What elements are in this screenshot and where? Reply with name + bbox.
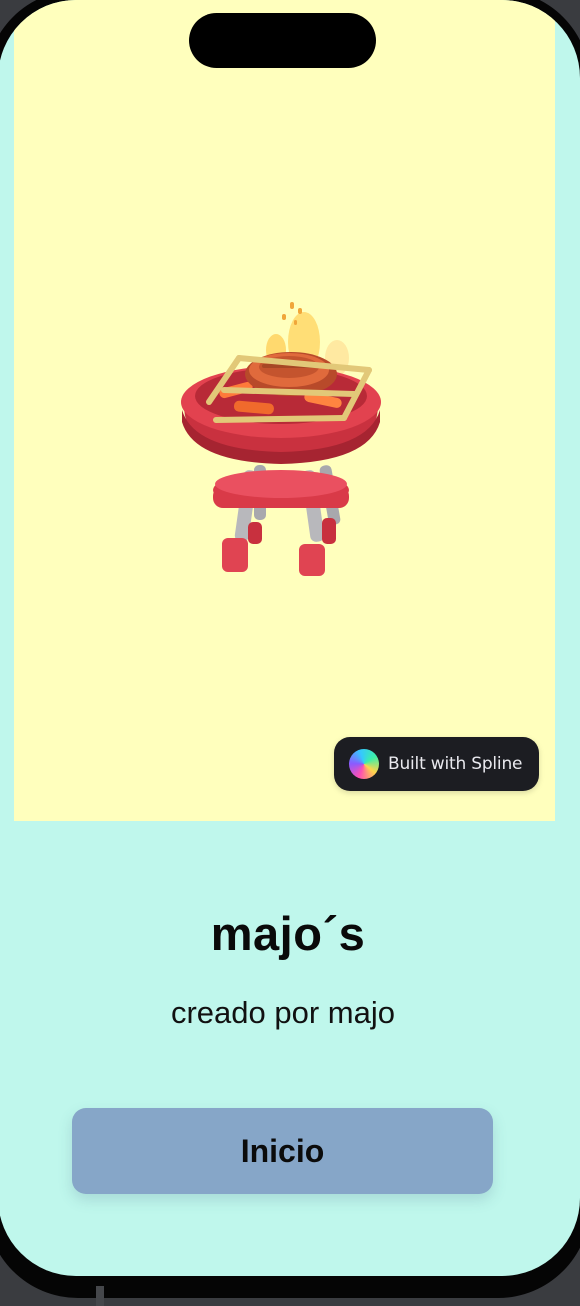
device-edge-detail bbox=[96, 1286, 104, 1306]
grill-icon[interactable] bbox=[164, 290, 404, 590]
spline-badge-label: Built with Spline bbox=[388, 754, 523, 774]
app-subtitle: creado por majo bbox=[170, 995, 395, 1030]
start-button[interactable]: Inicio bbox=[72, 1108, 493, 1194]
built-with-spline-badge[interactable]: Built with Spline bbox=[334, 737, 539, 791]
dynamic-island bbox=[189, 13, 376, 68]
grill-legs bbox=[213, 465, 349, 576]
app-title: majo´s bbox=[210, 907, 366, 960]
spline-3d-viewer[interactable]: Built with Spline bbox=[14, 0, 555, 821]
spline-logo-icon bbox=[349, 749, 379, 779]
device-frame: Built with Spline majo´s creado por majo… bbox=[0, 0, 580, 1306]
phone-screen: Built with Spline majo´s creado por majo… bbox=[0, 0, 580, 1276]
